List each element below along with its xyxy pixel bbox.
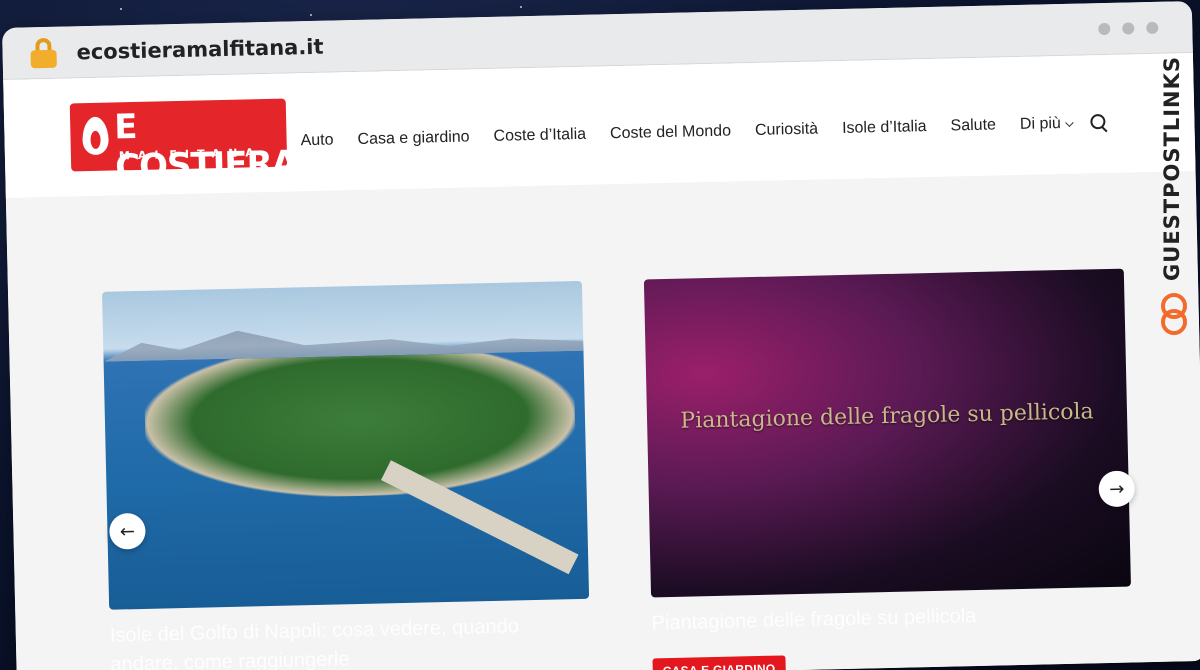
lock-icon — [30, 37, 57, 68]
nav-item-coste-italia[interactable]: Coste d’Italia — [493, 126, 586, 146]
window-dot[interactable] — [1146, 21, 1159, 35]
chain-link-icon — [1161, 292, 1187, 335]
slide-2[interactable]: Piantagione delle fragole su pellicola P… — [643, 268, 1133, 670]
nav-item-coste-mondo[interactable]: Coste del Mondo — [610, 122, 731, 143]
poster-title: Piantagione delle fragole su pellicola — [680, 399, 1094, 434]
url-text[interactable]: ecostieramalfitana.it — [76, 34, 323, 64]
nav-more-dropdown[interactable]: Di più — [1019, 115, 1075, 134]
site-logo[interactable]: E COSTIERA MALFITANA — [69, 98, 298, 187]
arrow-right-icon: → — [1108, 478, 1125, 500]
arrow-left-icon: ← — [119, 520, 136, 542]
nav-item-isole-italia[interactable]: Isole d’Italia — [842, 118, 927, 138]
logo-line1: E COSTIERA — [113, 106, 298, 188]
nav-item-auto[interactable]: Auto — [300, 132, 333, 151]
slide-image-poster[interactable]: Piantagione delle fragole su pellicola — [643, 268, 1131, 598]
slide-1[interactable]: Isole del Golfo di Napoli: cosa vedere, … — [102, 280, 591, 670]
nav-item-casa-e-giardino[interactable]: Casa e giardino — [357, 128, 469, 149]
nav-item-curiosita[interactable]: Curiosità — [755, 121, 819, 140]
search-icon[interactable] — [1091, 114, 1109, 132]
website: E COSTIERA MALFITANA Auto Casa e giardin… — [3, 52, 1200, 670]
category-badge[interactable]: CASA E GIARDINO — [652, 655, 786, 670]
window-dot[interactable] — [1098, 22, 1111, 36]
flame-icon — [82, 116, 109, 156]
slide-1-title[interactable]: Isole del Golfo di Napoli: cosa vedere, … — [109, 612, 550, 670]
nav-more-label: Di più — [1019, 115, 1062, 133]
featured-slider: Isole del Golfo di Napoli: cosa vedere, … — [6, 171, 1200, 670]
slider-next-button[interactable]: → — [1098, 470, 1136, 508]
browser-window: ecostieramalfitana.it E COSTIERA MALFITA… — [2, 1, 1200, 670]
main-nav: Auto Casa e giardino Coste d’Italia Cost… — [300, 114, 1109, 150]
window-control-dots — [1098, 21, 1159, 36]
nav-item-salute[interactable]: Salute — [950, 116, 996, 135]
watermark-text: GUESTPOSTLINKS — [1160, 56, 1184, 281]
slide-image-island[interactable] — [102, 280, 590, 610]
window-dot[interactable] — [1122, 22, 1135, 35]
slide-2-title[interactable]: Piantagione delle fragole su pellicola — [651, 599, 1092, 638]
guestpostlinks-watermark: GUESTPOSTLINKS — [1152, 56, 1192, 356]
island-shape — [143, 351, 577, 501]
chevron-down-icon — [1065, 118, 1075, 127]
